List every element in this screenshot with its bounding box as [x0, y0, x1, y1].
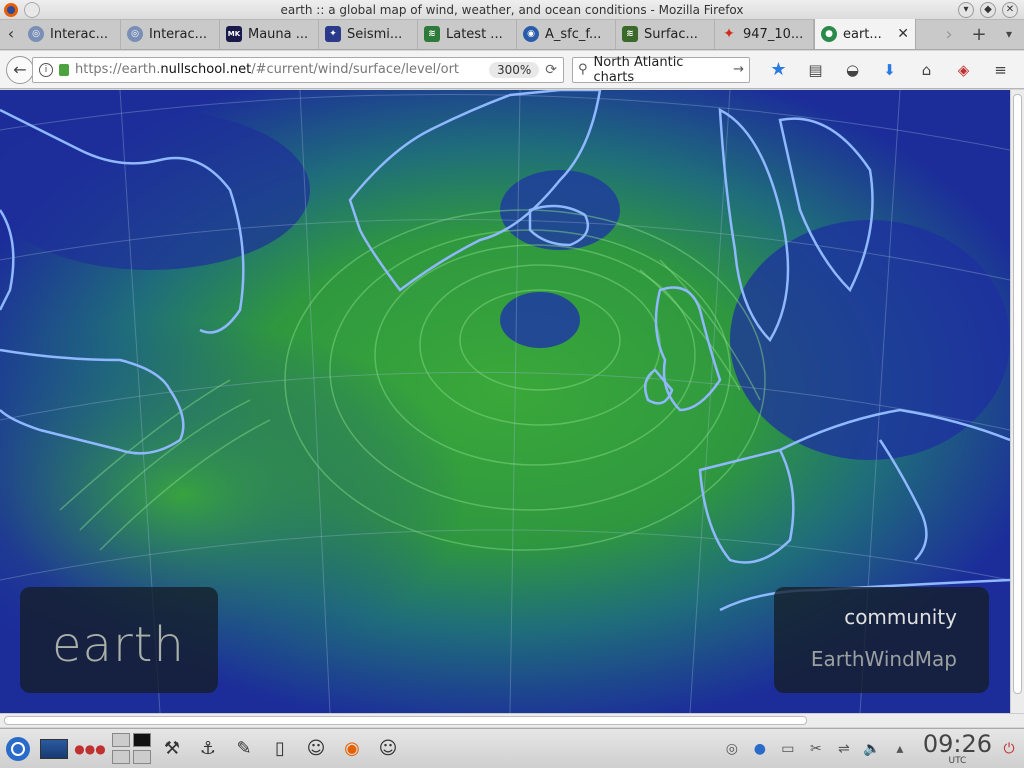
clock-timezone: UTC [948, 755, 967, 766]
back-button[interactable]: ← [6, 55, 34, 84]
tab-label: A_sfc_f... [545, 26, 602, 42]
minimize-button[interactable]: ▾ [958, 2, 974, 18]
wave-icon: ≋ [622, 26, 638, 42]
tab-label: Interac... [149, 26, 208, 42]
url-text[interactable]: https://earth.nullschool.net/#current/wi… [75, 62, 483, 77]
horizontal-scroll-thumb[interactable] [4, 716, 807, 725]
noaa-icon: ◉ [523, 26, 539, 42]
close-window-button[interactable]: ✕ [1002, 2, 1018, 18]
mkwc-icon: MK [226, 26, 242, 42]
text-editor-icon[interactable]: ✎ [226, 731, 262, 767]
community-panel: community EarthWindMap [774, 587, 989, 693]
vertical-scrollbar[interactable] [1010, 90, 1024, 713]
low-wind-region [730, 220, 1010, 460]
navigation-toolbar: ← i https://earth.nullschool.net/#curren… [0, 51, 1024, 89]
storm-center [500, 292, 580, 348]
clipboard-icon[interactable]: ▯ [262, 731, 298, 767]
reload-icon[interactable]: ⟳ [545, 62, 557, 78]
pocket-icon[interactable]: ◒ [834, 56, 871, 84]
tab-label: Surfac... [644, 26, 698, 42]
tab-bar: ‹ ◎ Interac... ◎ Interac... MK Mauna ...… [0, 19, 1024, 50]
earth-menu-button[interactable]: earth [20, 587, 218, 693]
maximize-button[interactable]: ◆ [980, 2, 996, 18]
wave-icon: ≋ [424, 26, 440, 42]
tab-interactive-1[interactable]: ◎ Interac... [22, 19, 121, 49]
tab-label: 947_10... [743, 26, 804, 42]
tab-scroll-right-icon[interactable]: › [934, 24, 964, 45]
reading-list-icon[interactable]: ▤ [797, 56, 834, 84]
earthwindmap-link[interactable]: EarthWindMap [811, 647, 957, 671]
desktop-icon[interactable] [36, 731, 72, 767]
tab-list-dropdown-icon[interactable]: ▾ [994, 27, 1024, 41]
home-icon[interactable]: ⌂ [908, 56, 945, 84]
gimp-icon[interactable]: ☺ [298, 731, 334, 767]
usgs-icon: ✦ [325, 26, 341, 42]
activities-icon[interactable]: ●●● [72, 731, 108, 767]
maple-leaf-icon: ✦ [723, 26, 735, 42]
new-tab-icon[interactable]: + [964, 24, 994, 45]
community-link[interactable]: community [844, 605, 957, 629]
globe-tray-icon[interactable]: ● [749, 738, 771, 760]
earth-icon: ● [821, 26, 837, 42]
close-tab-icon[interactable]: ✕ [897, 26, 909, 42]
tab-surface[interactable]: ≋ Surfac... [616, 19, 715, 49]
firefox-icon [4, 3, 18, 17]
search-icon: ⚲ [578, 62, 588, 77]
virtual-desktops-icon[interactable] [108, 731, 154, 767]
clock-time: 09:26 [922, 729, 992, 758]
tab-label: Interac... [50, 26, 109, 42]
tab-earth[interactable]: ● eart... ✕ [814, 19, 916, 49]
menu-icon[interactable]: ≡ [982, 56, 1019, 84]
tab-a-sfc[interactable]: ◉ A_sfc_f... [517, 19, 616, 49]
tab-seismic[interactable]: ✦ Seismi... [319, 19, 418, 49]
window-titlebar: earth :: a global map of wind, weather, … [0, 0, 1024, 20]
horizontal-scrollbar[interactable] [0, 713, 1024, 727]
tab-947[interactable]: ✦ 947_10... [715, 19, 814, 49]
search-bar[interactable]: ⚲ North Atlantic charts → [572, 55, 750, 85]
gimp-window-icon[interactable]: ☺ [370, 731, 406, 767]
network-manager-icon[interactable]: ◎ [721, 738, 743, 760]
info-icon[interactable]: i [39, 62, 53, 77]
tab-latest[interactable]: ≋ Latest ... [418, 19, 517, 49]
downloads-icon[interactable]: ⬇ [871, 56, 908, 84]
printer-icon[interactable]: ▭ [777, 738, 799, 760]
tab-scroll-left-icon[interactable]: ‹ [0, 19, 22, 49]
tab-label: Latest ... [446, 26, 503, 42]
tab-mauna[interactable]: MK Mauna ... [220, 19, 319, 49]
tab-interactive-2[interactable]: ◎ Interac... [121, 19, 220, 49]
search-go-icon[interactable]: → [733, 62, 744, 77]
vertical-scroll-thumb[interactable] [1013, 94, 1022, 694]
pin-icon[interactable] [24, 2, 40, 18]
firefox-taskbar-icon[interactable]: ◉ [334, 731, 370, 767]
search-input[interactable]: North Atlantic charts [594, 55, 728, 85]
globe-icon: ◎ [127, 26, 143, 42]
earth-title[interactable]: earth [52, 617, 185, 673]
app-launcher-icon[interactable] [0, 731, 36, 767]
tab-list: ◎ Interac... ◎ Interac... MK Mauna ... ✦… [22, 19, 934, 49]
tray-expand-icon[interactable]: ▴ [889, 738, 911, 760]
settings-tools-icon[interactable]: ⚒ [154, 731, 190, 767]
lock-icon[interactable] [59, 63, 69, 76]
bookmark-star-icon[interactable]: ★ [760, 56, 797, 84]
clock[interactable]: 09:26 UTC [923, 732, 992, 766]
zoom-indicator[interactable]: 300% [488, 61, 540, 78]
taskbar: ●●● ⚒ ⚓ ✎ ▯ ☺ ◉ ☺ ◎ ● ▭ ✂ ⇌ 🔈 ▴ 09:26 UT… [0, 728, 1024, 768]
tab-label: eart... [843, 26, 882, 42]
volume-icon[interactable]: 🔈 [861, 738, 883, 760]
extension-icon[interactable]: ◈ [945, 56, 982, 84]
window-title: earth :: a global map of wind, weather, … [280, 2, 744, 17]
globe-icon: ◎ [28, 26, 44, 42]
usb-icon[interactable]: ⇌ [833, 738, 855, 760]
wind-map[interactable]: earth community EarthWindMap [0, 90, 1010, 713]
tab-label: Mauna ... [248, 26, 309, 42]
url-bar[interactable]: i https://earth.nullschool.net/#current/… [32, 56, 564, 83]
network-icon[interactable]: ⚓ [190, 731, 226, 767]
power-icon[interactable]: ⏻ [998, 738, 1020, 760]
scissors-icon[interactable]: ✂ [805, 738, 827, 760]
tab-label: Seismi... [347, 26, 403, 42]
